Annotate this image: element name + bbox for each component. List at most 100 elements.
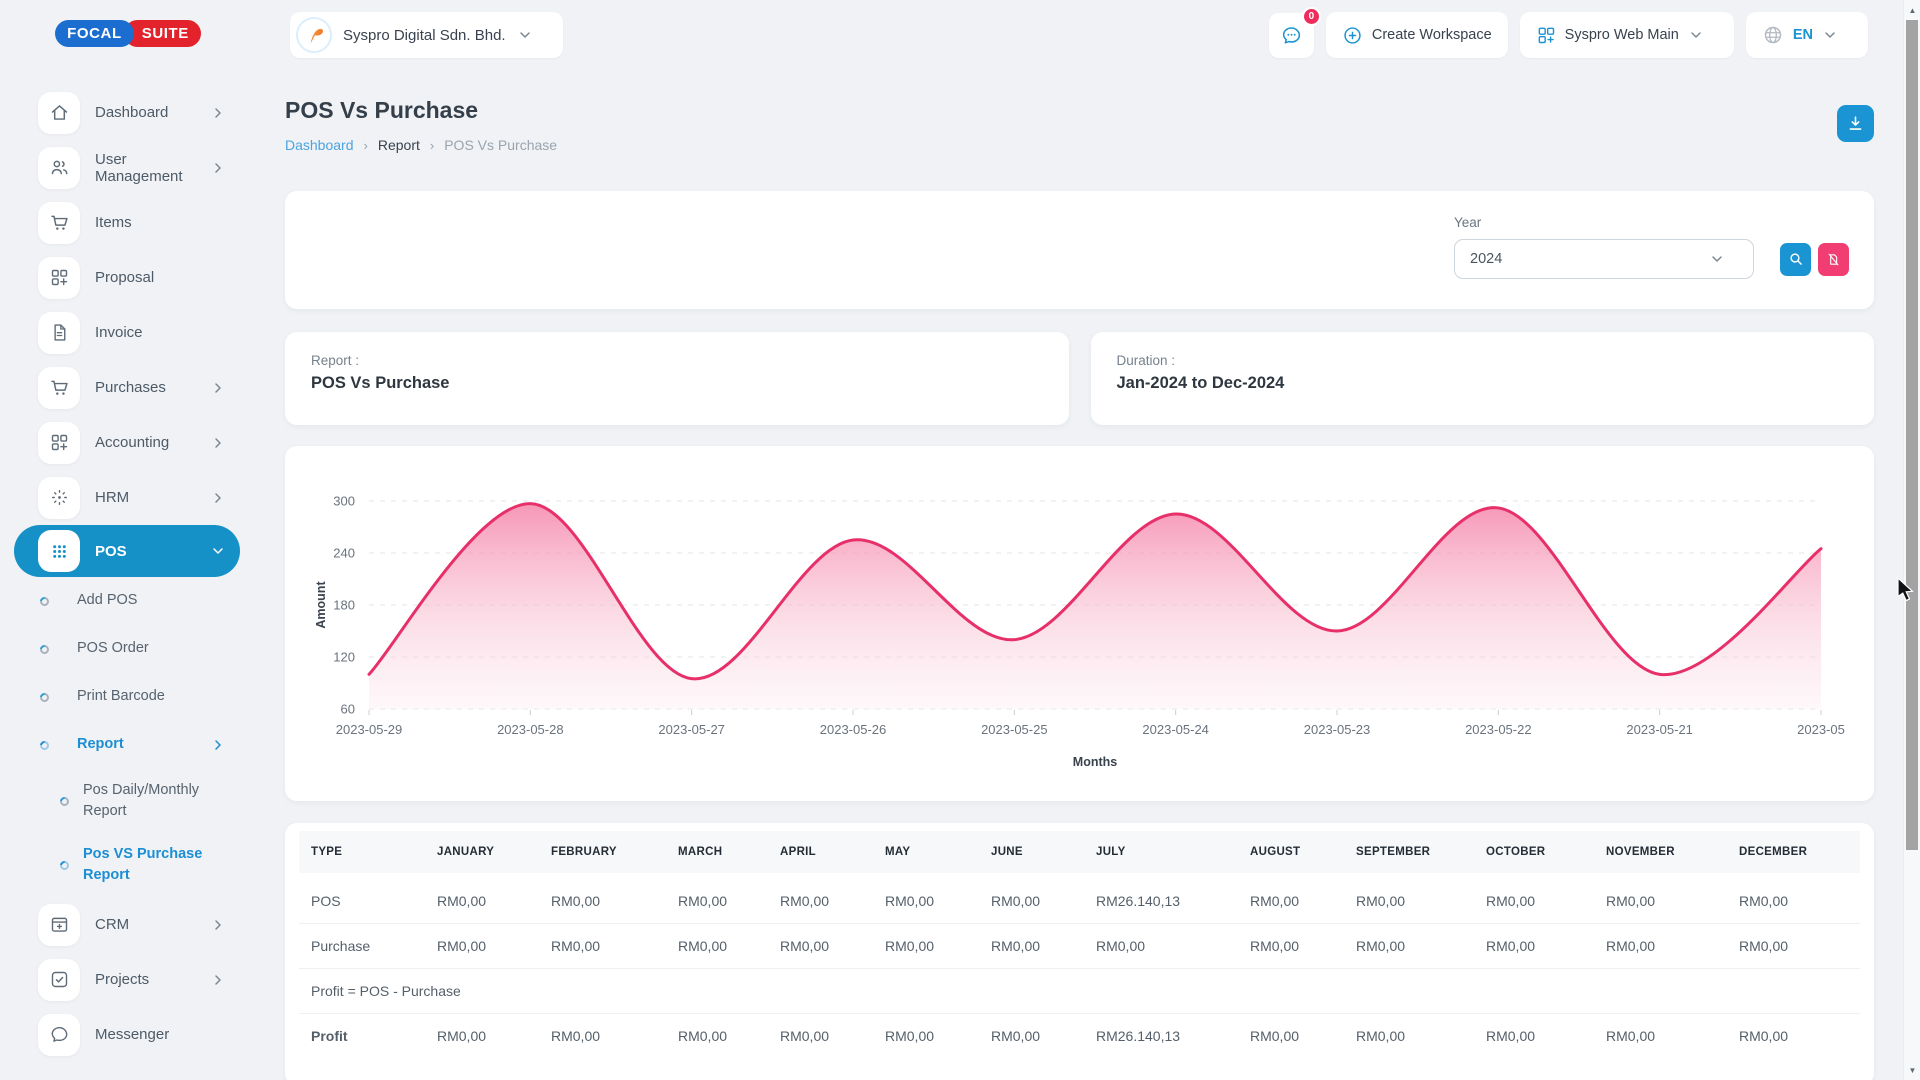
year-select[interactable]: 2024	[1454, 239, 1754, 279]
report-summary-card: Report : POS Vs Purchase	[285, 332, 1069, 425]
breadcrumb: Dashboard › Report › POS Vs Purchase	[285, 137, 557, 153]
sidebar-item-crm[interactable]: CRM	[14, 897, 240, 952]
sidebar-item-label: Add POS	[77, 590, 237, 611]
chevron-down-icon	[210, 543, 226, 559]
svg-text:2023-05-26: 2023-05-26	[820, 722, 887, 737]
amount-cell: RM26.140,13	[1084, 1014, 1238, 1059]
amount-cell: RM0,00	[1344, 876, 1474, 924]
chart-card: 601201802403002023-05-292023-05-282023-0…	[285, 446, 1874, 801]
logo-focal: FOCAL	[55, 20, 134, 47]
amount-cell: RM0,00	[768, 1014, 873, 1059]
sidebar-item-pos-vs-purchase-report[interactable]: Pos VS Purchase Report	[0, 833, 256, 897]
home-icon	[38, 92, 80, 134]
amount-cell: RM0,00	[1727, 876, 1860, 924]
bullet-icon	[38, 643, 51, 656]
duration-label: Duration :	[1117, 353, 1849, 368]
table-header-august: AUGUST	[1238, 831, 1344, 876]
amount-cell: RM0,00	[539, 924, 666, 969]
cart-icon	[38, 367, 80, 409]
svg-text:2023-05-24: 2023-05-24	[1142, 722, 1209, 737]
amount-cell: RM0,00	[539, 876, 666, 924]
projects-icon	[38, 959, 80, 1001]
table-header-september: SEPTEMBER	[1344, 831, 1474, 876]
amount-cell: RM0,00	[1084, 924, 1238, 969]
scroll-down-arrow-icon[interactable]: ▼	[1904, 1062, 1920, 1078]
svg-text:2023-05: 2023-05	[1797, 722, 1845, 737]
amount-cell: RM0,00	[1594, 1014, 1727, 1059]
scrollbar-thumb[interactable]	[1906, 20, 1918, 850]
svg-text:2023-05-27: 2023-05-27	[658, 722, 725, 737]
amount-cell: RM0,00	[425, 924, 539, 969]
table-header-type: TYPE	[299, 831, 425, 876]
table-header-november: NOVEMBER	[1594, 831, 1727, 876]
focal-suite-logo[interactable]: FOCAL SUITE	[0, 20, 256, 47]
sidebar-item-print-barcode[interactable]: Print Barcode	[0, 673, 256, 721]
amount-cell: RM0,00	[768, 876, 873, 924]
breadcrumb-current: POS Vs Purchase	[444, 137, 557, 153]
sidebar-item-report[interactable]: Report	[0, 721, 256, 769]
reset-button[interactable]	[1818, 243, 1849, 276]
amount-cell: RM0,00	[768, 924, 873, 969]
sidebar-item-label: HRM	[95, 489, 210, 506]
amount-cell: RM0,00	[979, 1014, 1084, 1059]
table-row-purchase: PurchaseRM0,00RM0,00RM0,00RM0,00RM0,00RM…	[299, 924, 1860, 969]
sidebar-item-label: User Management	[95, 151, 210, 185]
svg-text:60: 60	[341, 702, 355, 717]
breadcrumb-report[interactable]: Report	[378, 137, 420, 153]
chevron-right-icon	[210, 737, 226, 753]
table-row-profit: ProfitRM0,00RM0,00RM0,00RM0,00RM0,00RM0,…	[299, 1014, 1860, 1059]
report-table-card: TYPEJANUARYFEBRUARYMARCHAPRILMAYJUNEJULY…	[285, 823, 1874, 1080]
table-header-february: FEBRUARY	[539, 831, 666, 876]
sidebar-item-label: Proposal	[95, 269, 240, 286]
sidebar-item-invoice[interactable]: Invoice	[14, 305, 240, 360]
svg-text:2023-05-23: 2023-05-23	[1304, 722, 1371, 737]
table-row-pos: POSRM0,00RM0,00RM0,00RM0,00RM0,00RM0,00R…	[299, 876, 1860, 924]
sidebar-item-dashboard[interactable]: Dashboard	[14, 85, 240, 140]
amount-cell: RM0,00	[666, 924, 768, 969]
report-value: POS Vs Purchase	[311, 374, 1043, 393]
amount-cell: RM0,00	[979, 924, 1084, 969]
breadcrumb-dashboard[interactable]: Dashboard	[285, 137, 354, 153]
sidebar-item-pos-order[interactable]: POS Order	[0, 625, 256, 673]
sidebar-item-purchases[interactable]: Purchases	[14, 360, 240, 415]
sidebar-item-pos-daily-monthly-report[interactable]: Pos Daily/Monthly Report	[0, 769, 256, 833]
svg-text:300: 300	[333, 494, 355, 509]
sidebar-item-proposal[interactable]: Proposal	[14, 250, 240, 305]
amount-cell: RM0,00	[1238, 1014, 1344, 1059]
sidebar-item-user-management[interactable]: User Management	[14, 140, 240, 195]
vertical-scrollbar[interactable]: ▲ ▼	[1903, 0, 1920, 1080]
amount-cell: RM0,00	[425, 876, 539, 924]
sidebar-item-messenger[interactable]: Messenger	[14, 1007, 240, 1062]
profit-formula-note: Profit = POS - Purchase	[299, 969, 1860, 1014]
amount-cell: RM0,00	[1594, 876, 1727, 924]
chevron-right-icon	[210, 917, 226, 933]
amount-cell: RM0,00	[1474, 924, 1594, 969]
sidebar-item-label: Pos VS Purchase Report	[83, 844, 233, 886]
boxes-icon	[38, 257, 80, 299]
download-button[interactable]	[1837, 105, 1874, 142]
bullet-icon	[38, 739, 51, 752]
duration-value: Jan-2024 to Dec-2024	[1117, 374, 1849, 393]
sidebar-item-pos[interactable]: POS	[14, 525, 240, 577]
sidebar-item-hrm[interactable]: HRM	[14, 470, 240, 525]
sidebar-item-accounting[interactable]: Accounting	[14, 415, 240, 470]
sidebar-item-items[interactable]: Items	[14, 195, 240, 250]
svg-text:2023-05-29: 2023-05-29	[336, 722, 403, 737]
sidebar-item-add-pos[interactable]: Add POS	[0, 577, 256, 625]
messenger-icon	[38, 1014, 80, 1056]
chevron-right-icon	[210, 972, 226, 988]
search-button[interactable]	[1780, 243, 1811, 276]
sidebar-item-projects[interactable]: Projects	[14, 952, 240, 1007]
row-type-cell: Purchase	[299, 924, 425, 969]
scroll-up-arrow-icon[interactable]: ▲	[1904, 2, 1920, 18]
chevron-right-icon	[210, 380, 226, 396]
svg-text:2023-05-28: 2023-05-28	[497, 722, 564, 737]
bullet-icon	[38, 595, 51, 608]
bullet-icon	[58, 859, 71, 872]
chevron-right-icon	[210, 435, 226, 451]
amount-cell: RM0,00	[1727, 1014, 1860, 1059]
svg-text:180: 180	[333, 598, 355, 613]
table-header-june: JUNE	[979, 831, 1084, 876]
bullet-icon	[58, 795, 71, 808]
sidebar-item-label: POS	[95, 543, 210, 560]
